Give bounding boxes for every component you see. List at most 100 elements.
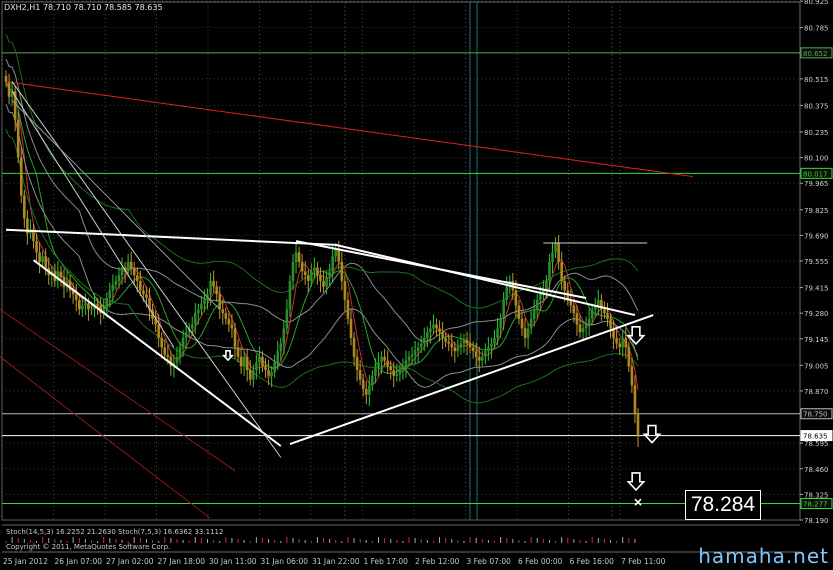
candle-body <box>471 347 475 352</box>
candle-body <box>218 294 222 310</box>
candle-body <box>407 356 411 361</box>
candle-body <box>175 356 179 363</box>
candle-body <box>273 362 276 372</box>
candle-body <box>108 290 112 298</box>
candle-body <box>190 324 194 329</box>
candle-body <box>352 337 356 357</box>
candle-body <box>215 286 218 295</box>
x-tick-label: 6 Feb 16:00 <box>570 557 615 566</box>
candle-body <box>105 298 109 310</box>
candle-body <box>413 351 417 355</box>
candle-body <box>563 280 567 291</box>
y-tick-label: 80.235 <box>804 129 829 137</box>
candle-body <box>377 362 380 367</box>
copyright-label: Copyright © 2011, MetaQuotes Software Co… <box>6 543 171 551</box>
candle-body <box>429 328 432 333</box>
candle-body <box>398 370 402 374</box>
candle-body <box>597 299 600 306</box>
y-tick-label: 79.415 <box>804 285 829 293</box>
candle-body <box>392 370 396 376</box>
y-tick-label: 78.870 <box>804 388 829 396</box>
candle-body <box>252 370 255 380</box>
trendline <box>5 228 336 246</box>
candle-body <box>135 275 139 281</box>
candle-body <box>468 343 472 348</box>
candle-body <box>575 313 579 325</box>
candle-body <box>459 343 463 348</box>
band-upper <box>5 34 639 309</box>
candle-body <box>227 318 231 325</box>
candle-body <box>239 356 243 367</box>
candle-body <box>474 351 478 357</box>
candle-body <box>520 318 524 329</box>
candle-body <box>618 343 621 348</box>
candle-body <box>609 318 612 329</box>
price-marker-label: 78.635 <box>803 433 828 441</box>
candle-body <box>245 356 249 371</box>
symbol-header: DXH2,H1 78.710 78.710 78.585 78.635 <box>4 3 163 12</box>
y-tick-label: 79.145 <box>804 336 829 344</box>
y-tick-label: 79.825 <box>804 207 829 215</box>
candle-body <box>114 280 118 285</box>
candle-body <box>389 366 392 371</box>
star-marker-icon: * <box>266 373 271 384</box>
y-tick-label: 79.690 <box>804 232 829 240</box>
target-price-callout: 78.284 <box>685 490 761 520</box>
watermark: hamaha.net <box>698 544 829 568</box>
candlestick-chart[interactable]: 80.925 80.785 80.515 80.375 80.235 80.100 79.9… <box>0 0 833 570</box>
candle-body <box>84 303 87 306</box>
candle-body <box>23 195 26 219</box>
candle-body <box>493 337 496 344</box>
candle-body <box>7 81 11 97</box>
candle-body <box>129 261 133 268</box>
candle-body <box>581 328 585 333</box>
candle-body <box>19 157 23 196</box>
candle-body <box>636 413 640 436</box>
candle-body <box>142 290 145 295</box>
candle-body <box>557 242 560 262</box>
candle-body <box>313 267 316 272</box>
candle-body <box>291 261 295 281</box>
candle-body <box>456 347 460 352</box>
candles-layer <box>4 70 640 447</box>
x-tick-label: 27 Jan 18:00 <box>158 557 206 566</box>
x-tick-label: 30 Jan 11:00 <box>209 557 257 566</box>
price-marker-label: 80.652 <box>803 50 828 58</box>
candle-body <box>126 261 130 272</box>
candle-body <box>490 343 493 348</box>
y-tick-label: 79.280 <box>804 310 829 318</box>
y-tick-label: 80.925 <box>804 0 829 6</box>
candle-body <box>306 275 310 281</box>
candle-body <box>633 385 637 414</box>
candle-body <box>380 356 383 363</box>
x-tick-label: 6 Feb 00:00 <box>518 557 563 566</box>
candle-body <box>4 76 8 82</box>
candle-body <box>236 347 240 357</box>
price-marker-label: 78.750 <box>803 411 828 419</box>
candle-body <box>255 362 258 371</box>
x-tick-label: 1 Feb 17:00 <box>364 557 409 566</box>
candle-body <box>453 347 457 352</box>
candle-body <box>276 351 280 363</box>
candle-body <box>282 328 286 344</box>
price-marker-label: 78.277 <box>803 500 828 508</box>
candle-body <box>416 347 420 352</box>
candle-body <box>16 119 20 158</box>
candle-body <box>111 284 115 291</box>
candle-body <box>447 341 451 344</box>
candle-body <box>551 252 554 262</box>
candle-body <box>224 313 228 319</box>
candle-body <box>560 261 563 281</box>
candle-body <box>426 332 429 338</box>
candle-body <box>374 366 377 376</box>
candle-body <box>590 309 594 319</box>
candle-body <box>59 271 63 278</box>
candle-body <box>184 332 188 338</box>
fan-line <box>11 81 282 458</box>
candle-body <box>294 252 298 262</box>
candle-body <box>419 343 423 348</box>
candle-body <box>630 366 634 386</box>
trendline <box>289 314 654 446</box>
down-arrow-icon <box>626 472 646 492</box>
candle-body <box>444 337 447 342</box>
